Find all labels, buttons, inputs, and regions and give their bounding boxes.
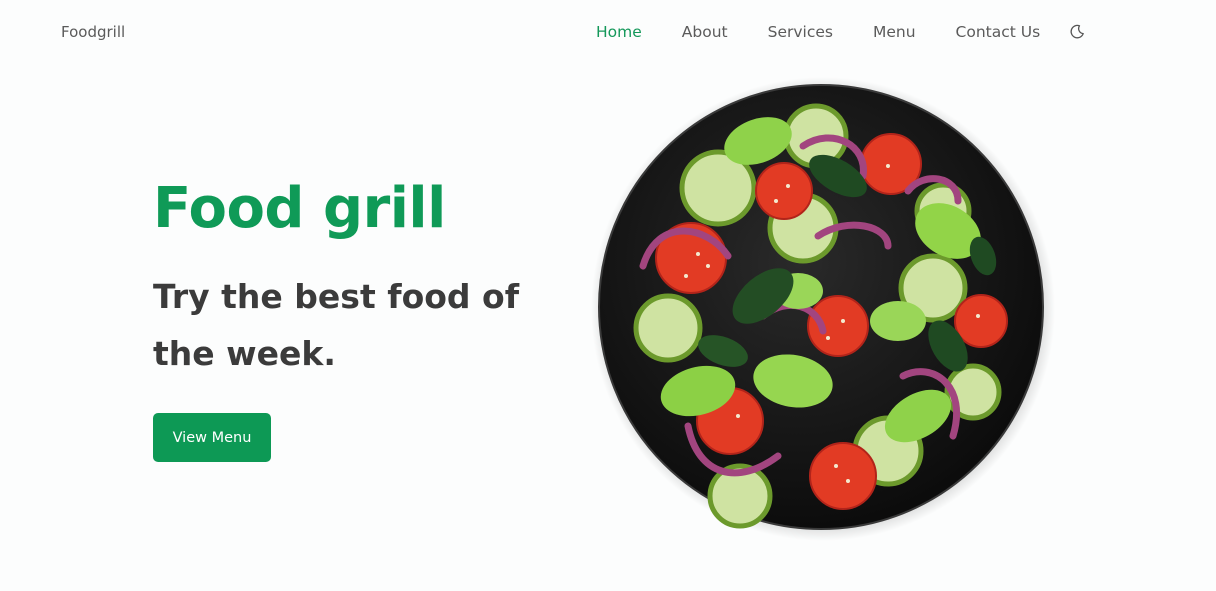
hero-title: Food grill	[153, 176, 446, 241]
nav-menu: Home About Services Menu Contact Us	[596, 23, 1080, 41]
brand-logo[interactable]: Foodgrill	[61, 23, 125, 41]
moon-icon[interactable]	[1069, 24, 1085, 40]
salad-plate-image	[588, 76, 1058, 546]
nav-item-home[interactable]: Home	[596, 23, 642, 41]
hero-subtitle: Try the best food of the week.	[153, 277, 520, 373]
nav-item-menu[interactable]: Menu	[873, 23, 916, 41]
nav-item-contact[interactable]: Contact Us	[956, 23, 1041, 41]
view-menu-button[interactable]: View Menu	[153, 413, 271, 462]
navbar: Foodgrill Home About Services Menu Conta…	[0, 0, 1216, 66]
nav-item-services[interactable]: Services	[768, 23, 833, 41]
nav-item-about[interactable]: About	[682, 23, 728, 41]
